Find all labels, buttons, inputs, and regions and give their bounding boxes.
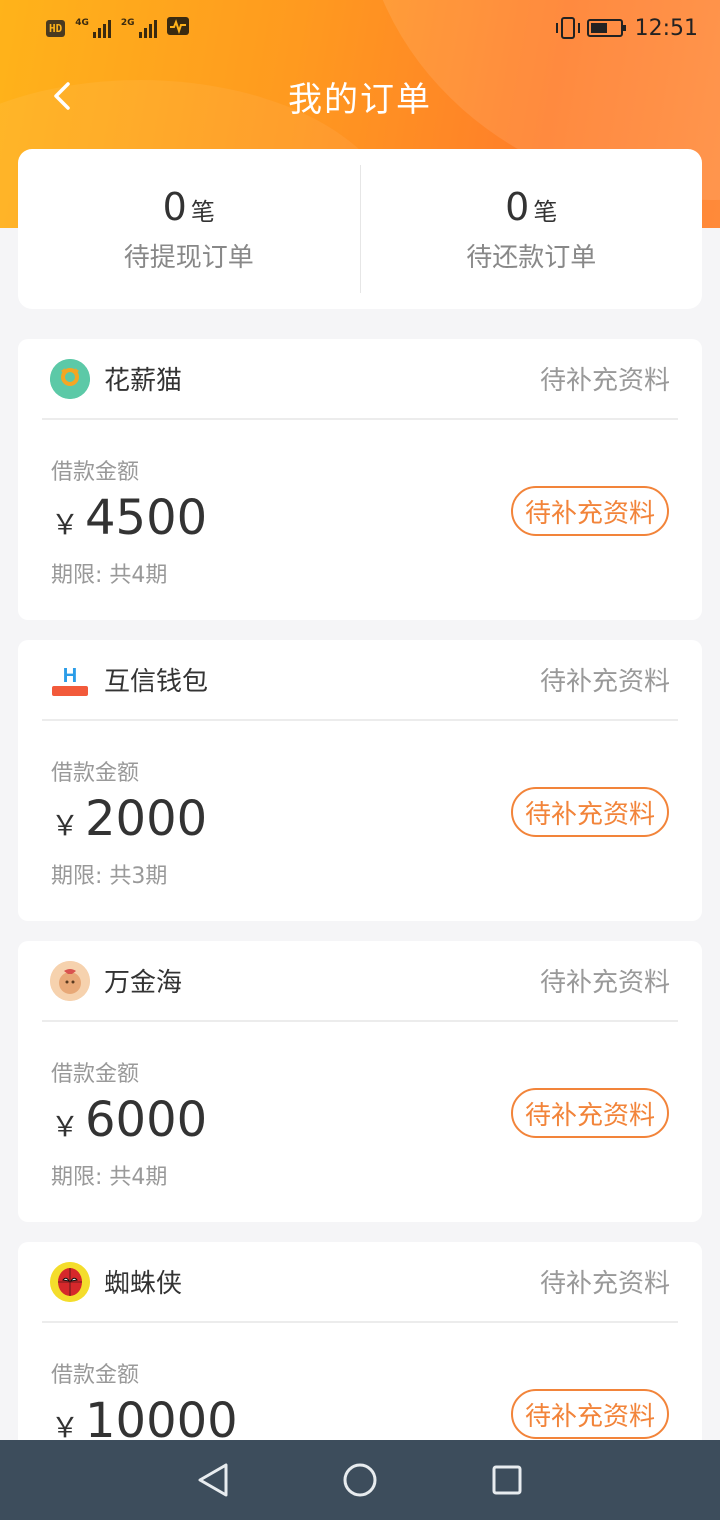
currency-symbol: ￥ (51, 809, 80, 842)
amount-label: 借款金额 (51, 460, 140, 485)
lender-name: 互信钱包 (104, 667, 209, 697)
card-header: 蜘蛛侠 待补充资料 (42, 1242, 678, 1323)
amount-value: 10000 (85, 1393, 238, 1449)
amount-value: 4500 (85, 490, 208, 546)
amount-value: 6000 (85, 1092, 208, 1148)
network-type-label: 2G (120, 18, 135, 28)
card-body: 借款金额 ￥ 4500 期限: 共4期 (51, 454, 207, 589)
back-button[interactable] (44, 76, 84, 116)
nav-bar: 我的订单 (0, 60, 720, 132)
loan-amount: ￥ 4500 (51, 494, 207, 543)
system-navigation-bar (0, 1440, 720, 1520)
loan-amount: ￥ 6000 (51, 1096, 207, 1145)
signal-icon: 4G (75, 18, 111, 38)
complete-info-button[interactable]: 待补充资料 (510, 1088, 669, 1138)
currency-symbol: ￥ (51, 1110, 80, 1143)
nav-recents-button[interactable] (485, 1458, 529, 1502)
order-status: 待补充资料 (539, 1269, 670, 1299)
order-status: 待补充资料 (539, 968, 670, 998)
count-unit: 笔 (533, 197, 558, 226)
lender-name: 蜘蛛侠 (104, 1269, 183, 1299)
status-bar: HD 4G 2G 12:51 (0, 0, 720, 56)
svg-text:H: H (63, 665, 77, 687)
square-recents-icon (492, 1465, 522, 1495)
triangle-back-icon (198, 1463, 228, 1497)
pending-repay-label: 待还款订单 (466, 242, 597, 273)
currency-symbol: ￥ (51, 508, 80, 541)
card-body: 借款金额 ￥ 2000 期限: 共3期 (51, 755, 207, 890)
loan-amount: ￥ 2000 (51, 795, 207, 844)
nav-back-button[interactable] (191, 1458, 235, 1502)
battery-icon (586, 19, 626, 37)
count-value: 0 (162, 184, 187, 229)
hd-badge: HD (46, 19, 66, 37)
count-value: 0 (505, 184, 530, 229)
network-type-label: 4G (75, 18, 89, 28)
card-header: 万金海 待补充资料 (42, 941, 678, 1022)
lender-name: 花薪猫 (104, 366, 183, 396)
loan-term: 期限: 共4期 (51, 563, 168, 588)
order-card[interactable]: H 互信钱包 待补充资料 借款金额 ￥ 2000 期限: 共3期 待补充资料 (18, 640, 702, 921)
huaxinmao-logo-icon (50, 358, 90, 399)
battery-level (590, 23, 608, 33)
card-brand: 花薪猫 (42, 358, 183, 399)
wanjinhai-logo-icon (50, 960, 90, 1001)
card-body: 借款金额 ￥ 6000 期限: 共4期 (51, 1056, 207, 1191)
complete-info-button[interactable]: 待补充资料 (510, 1389, 669, 1439)
circle-home-icon (343, 1463, 377, 1497)
card-header: 花薪猫 待补充资料 (42, 339, 678, 420)
chevron-left-icon (54, 82, 70, 110)
amount-value: 2000 (85, 791, 208, 847)
status-right: 12:51 (555, 15, 698, 41)
amount-label: 借款金额 (51, 1062, 140, 1087)
amount-label: 借款金额 (51, 1363, 140, 1388)
card-header: H 互信钱包 待补充资料 (42, 640, 678, 721)
nav-home-button[interactable] (338, 1458, 382, 1502)
order-status: 待补充资料 (539, 667, 670, 697)
page-title: 我的订单 (288, 79, 432, 120)
count-unit: 笔 (190, 197, 215, 226)
pending-repay-summary[interactable]: 0 笔 待还款订单 (361, 149, 703, 309)
pending-withdraw-summary[interactable]: 0 笔 待提现订单 (18, 149, 360, 309)
complete-info-button[interactable]: 待补充资料 (510, 787, 669, 837)
pending-withdraw-label: 待提现订单 (123, 242, 254, 273)
pending-withdraw-count: 0 笔 (163, 185, 215, 229)
clock: 12:51 (634, 15, 698, 41)
spiderman-logo-icon (50, 1261, 90, 1302)
loan-term: 期限: 共3期 (51, 864, 168, 889)
complete-info-button[interactable]: 待补充资料 (510, 486, 669, 536)
vibrate-icon (555, 17, 580, 39)
signal-icon: 2G (121, 18, 157, 38)
order-card[interactable]: 万金海 待补充资料 借款金额 ￥ 6000 期限: 共4期 待补充资料 (18, 941, 702, 1222)
amount-label: 借款金额 (51, 761, 140, 786)
card-brand: H 互信钱包 (42, 659, 209, 700)
card-brand: 万金海 (42, 960, 183, 1001)
activity-icon (166, 17, 189, 39)
pending-repay-count: 0 笔 (505, 185, 557, 229)
card-brand: 蜘蛛侠 (42, 1261, 183, 1302)
status-indicators: HD 4G 2G (46, 17, 189, 39)
order-summary-card: 0 笔 待提现订单 0 笔 待还款订单 (18, 149, 702, 309)
card-body: 借款金额 ￥ 10000 (51, 1357, 238, 1446)
order-card[interactable]: 花薪猫 待补充资料 借款金额 ￥ 4500 期限: 共4期 待补充资料 (18, 339, 702, 620)
loan-term: 期限: 共4期 (51, 1165, 168, 1190)
order-status: 待补充资料 (539, 366, 670, 396)
loan-amount: ￥ 10000 (51, 1397, 238, 1446)
lender-name: 万金海 (104, 968, 183, 998)
huxin-wallet-logo-icon: H (50, 659, 90, 700)
